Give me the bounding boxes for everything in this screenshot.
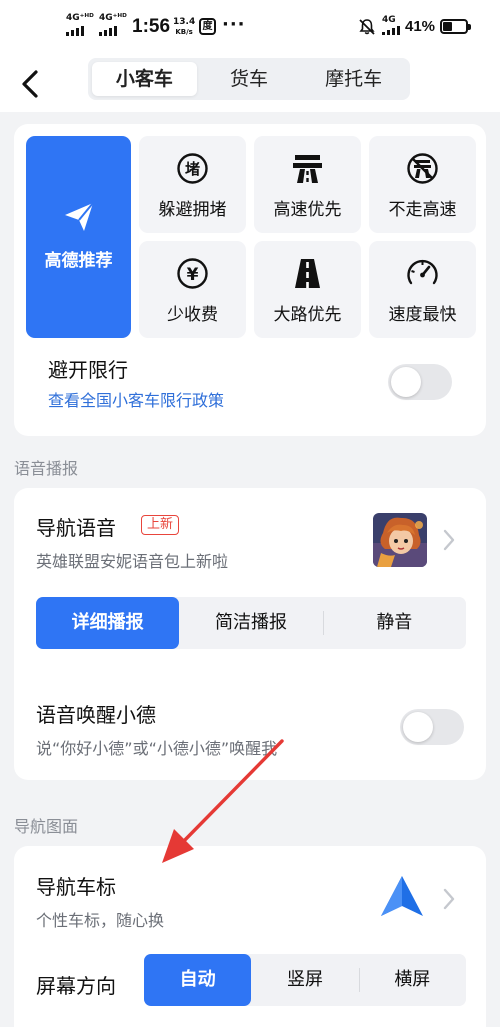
avoid-restriction-title: 避开限行 <box>48 358 128 382</box>
route-option-avoid-highway[interactable]: 不走高速 <box>369 136 476 233</box>
orientation-portrait-label: 竖屏 <box>286 969 323 990</box>
signal-2-label: 4G⁺ᴴᴰ <box>99 13 127 23</box>
route-option-label: 大路优先 <box>273 305 342 325</box>
tab-car[interactable]: 小客车 <box>92 62 197 96</box>
battery-icon <box>440 19 471 34</box>
orientation-segmented-control: 自动 竖屏 横屏 <box>144 954 466 1006</box>
network-type: 4G <box>382 15 400 35</box>
yen-icon: ¥ <box>177 258 208 289</box>
route-option-recommended[interactable]: 高德推荐 <box>26 136 131 338</box>
speedometer-icon <box>407 259 438 285</box>
status-bar: 4G⁺ᴴᴰ 4G⁺ᴴᴰ 1:56 13.4 KB/s 度 ··· 4G 41% <box>0 0 500 58</box>
voice-section-label: 语音播报 <box>14 459 79 478</box>
route-option-avoid-congestion[interactable]: 堵 躲避拥堵 <box>139 136 246 233</box>
highway-icon <box>293 155 322 183</box>
congestion-icon: 堵 <box>177 153 208 184</box>
app-notification-icon: 度 <box>199 18 216 35</box>
new-badge: 上新 <box>141 515 180 535</box>
voice-mode-concise-label: 简洁播报 <box>214 612 287 633</box>
paper-plane-icon <box>65 202 94 231</box>
display-section-label: 导航图面 <box>14 817 79 836</box>
voice-mode-segmented-control: 详细播报 简洁播报 静音 <box>36 597 466 649</box>
orientation-landscape[interactable]: 横屏 <box>358 954 466 1006</box>
avoid-restriction-toggle[interactable] <box>388 364 452 400</box>
more-notifications-icon: ··· <box>222 14 246 35</box>
route-option-label: 高速优先 <box>273 200 342 220</box>
toggle-knob <box>403 712 433 742</box>
network-signal-icon <box>382 26 400 35</box>
route-option-recommended-label: 高德推荐 <box>44 251 113 271</box>
signal-1-icon <box>66 26 84 36</box>
voice-pack-avatar[interactable] <box>373 513 427 567</box>
network-speed: 13.4 KB/s <box>173 17 195 37</box>
voice-wake-toggle[interactable] <box>400 709 464 745</box>
orientation-auto[interactable]: 自动 <box>144 954 252 1006</box>
chevron-right-icon <box>443 888 455 910</box>
route-option-main-road[interactable]: 大路优先 <box>254 241 361 338</box>
tab-motorcycle[interactable]: 摩托车 <box>301 62 406 96</box>
route-preference-card: 高德推荐 堵 躲避拥堵 高速优先 不走高速 ¥ 少收费 大路优先 速度最快 避开… <box>14 124 486 436</box>
route-option-label: 躲避拥堵 <box>158 200 227 220</box>
voice-mode-mute-label: 静音 <box>376 612 413 633</box>
vehicle-type-tabs: 小客车 货车 摩托车 <box>88 58 410 100</box>
route-option-label: 不走高速 <box>388 200 457 220</box>
main-road-icon <box>295 259 320 288</box>
orientation-portrait[interactable]: 竖屏 <box>251 954 358 1006</box>
mute-bell-icon <box>359 19 375 35</box>
annie-avatar-image <box>373 513 427 567</box>
segment-divider <box>358 968 360 992</box>
voice-card: 导航语音 上新 英雄联盟安妮语音包上新啦 详细播报 简洁播报 静音 语音唤醒小德… <box>14 488 486 780</box>
car-icon-title: 导航车标 <box>36 875 116 899</box>
no-highway-icon <box>407 153 438 184</box>
voice-mode-mute[interactable]: 静音 <box>322 597 466 649</box>
orientation-landscape-label: 横屏 <box>394 969 431 990</box>
yen-glyph: ¥ <box>187 265 199 285</box>
route-option-label: 少收费 <box>167 305 218 325</box>
voice-mode-detailed[interactable]: 详细播报 <box>36 597 180 649</box>
display-card: 导航车标 个性车标，随心换 屏幕方向 自动 竖屏 横屏 <box>14 846 486 1027</box>
restriction-policy-link[interactable]: 查看全国小客车限行政策 <box>48 387 224 411</box>
route-option-label: 速度最快 <box>388 305 457 325</box>
battery-percent: 41% <box>405 18 436 35</box>
signal-1-label: 4G⁺ᴴᴰ <box>66 13 94 23</box>
status-time: 1:56 <box>132 16 171 37</box>
network-speed-value: 13.4 <box>173 17 196 27</box>
car-navigation-arrow-icon[interactable] <box>378 874 426 920</box>
toggle-knob <box>391 367 421 397</box>
car-icon-subtitle: 个性车标，随心换 <box>36 911 165 930</box>
back-arrow-icon[interactable] <box>14 64 48 104</box>
segment-divider <box>322 611 324 635</box>
screen-orientation-label: 屏幕方向 <box>36 974 116 998</box>
route-option-less-toll[interactable]: ¥ 少收费 <box>139 241 246 338</box>
voice-mode-concise[interactable]: 简洁播报 <box>179 597 322 649</box>
voice-wake-subtitle: 说“你好小德”或“小德小德”唤醒我 <box>36 739 278 758</box>
nav-voice-subtitle: 英雄联盟安妮语音包上新啦 <box>36 552 229 571</box>
voice-wake-title: 语音唤醒小德 <box>36 703 156 727</box>
tab-truck[interactable]: 货车 <box>197 62 302 96</box>
network-speed-unit: KB/s <box>175 28 193 36</box>
chevron-right-icon <box>443 529 455 551</box>
network-type-label: 4G <box>382 15 396 25</box>
signal-2-icon <box>99 26 117 36</box>
route-option-fastest[interactable]: 速度最快 <box>369 241 476 338</box>
battery-fill <box>443 22 452 31</box>
route-option-highway-first[interactable]: 高速优先 <box>254 136 361 233</box>
nav-voice-title: 导航语音 <box>36 516 116 540</box>
header: 小客车 货车 摩托车 <box>0 58 500 112</box>
congestion-glyph: 堵 <box>185 160 200 178</box>
